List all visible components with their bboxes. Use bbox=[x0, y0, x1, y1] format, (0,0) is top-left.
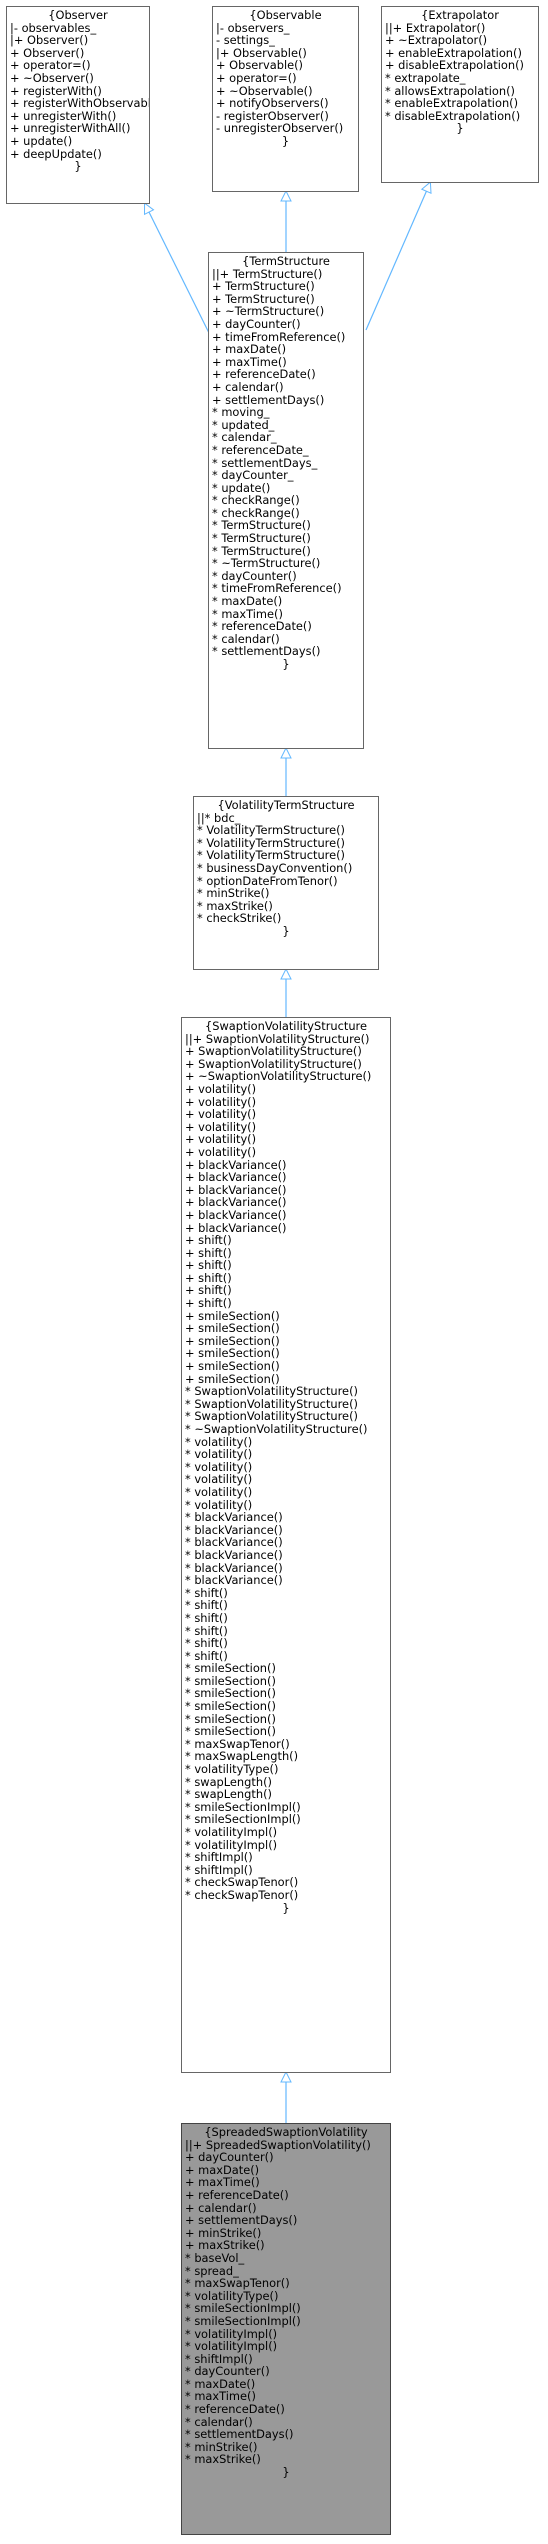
class-name: {Observer bbox=[48, 8, 108, 22]
class-close-brace: } bbox=[282, 923, 290, 938]
class-close-brace: } bbox=[281, 133, 290, 148]
member-line: * businessDayConvention() bbox=[197, 860, 353, 875]
member-line: + shift() bbox=[185, 1258, 232, 1273]
class-name: {SpreadedSwaptionVolatility bbox=[204, 2125, 368, 2139]
voltermstructure-class-node[interactable]: {VolatilityTermStructure ||* bdc_ * Volati… bbox=[193, 796, 379, 970]
member-line: * referenceDate() bbox=[212, 619, 312, 634]
member-line: * maxSwapTenor() bbox=[185, 2276, 290, 2291]
member-line: + notifyObservers() bbox=[216, 96, 329, 111]
termstructure-class-node[interactable]: {TermStructure ||+ TermStructure() + TermS… bbox=[208, 252, 364, 749]
member-line: + operator=() bbox=[216, 70, 297, 85]
member-line: + volatility() bbox=[185, 1144, 257, 1159]
member-line: * smileSection() bbox=[185, 1724, 276, 1739]
class-name: {Extrapolator bbox=[421, 8, 499, 22]
member-line: * volatility() bbox=[185, 1447, 253, 1462]
class-name: {VolatilityTermStructure bbox=[217, 798, 355, 812]
class-close-brace: } bbox=[456, 121, 464, 136]
member-line: + ~Extrapolator() bbox=[385, 33, 488, 48]
member-line: * TermStructure() bbox=[212, 531, 311, 546]
member-line: + calendar() bbox=[212, 379, 284, 394]
member-line: * minStrike() bbox=[197, 886, 270, 901]
member-line: + ~Observer() bbox=[10, 70, 94, 85]
member-line: + volatility() bbox=[185, 1107, 257, 1122]
member-line: + settlementDays() bbox=[185, 2213, 298, 2228]
member-line: * VolatilityTermStructure() bbox=[197, 823, 345, 838]
member-line: * ~TermStructure() bbox=[212, 556, 321, 571]
class-name: {TermStructure bbox=[242, 254, 330, 268]
class-close-brace: } bbox=[282, 2465, 290, 2480]
member-line: * referenceDate() bbox=[185, 2402, 285, 2417]
member-line: * shift() bbox=[185, 1636, 228, 1651]
class-close-brace: } bbox=[282, 657, 290, 671]
member-line: * ~SwaptionVolatilityStructure() bbox=[185, 1422, 368, 1436]
member-line: * volatilityType() bbox=[185, 1762, 279, 1777]
member-line: * smileSection() bbox=[185, 1699, 276, 1714]
observable-class-node[interactable]: {Observable |- observers_ - settings_ |+ Ob… bbox=[212, 6, 359, 192]
member-line: * SwaptionVolatilityStructure() bbox=[185, 1384, 358, 1399]
member-line: * extrapolate_ bbox=[385, 70, 466, 85]
member-line: * dayCounter_ bbox=[212, 468, 294, 483]
member-line: + update() bbox=[10, 133, 73, 148]
member-line: + shift() bbox=[185, 1296, 232, 1311]
member-line: * moving_ bbox=[212, 405, 270, 420]
member-line: * blackVariance() bbox=[185, 1573, 283, 1588]
member-line: + referenceDate() bbox=[185, 2187, 289, 2202]
member-line: + blackVariance() bbox=[185, 1170, 287, 1185]
member-line: |+ Observer() bbox=[10, 33, 89, 48]
member-line: * swapLength() bbox=[185, 1787, 272, 1802]
member-line: + TermStructure() bbox=[212, 279, 315, 294]
member-line: * enableExtrapolation() bbox=[385, 96, 519, 111]
member-line: * blackVariance() bbox=[185, 1547, 283, 1562]
member-line: * volatilityImpl() bbox=[185, 1825, 278, 1839]
member-line: + dayCounter() bbox=[185, 2150, 274, 2165]
member-line: * blackVariance() bbox=[185, 1510, 283, 1525]
member-line: - settings_ bbox=[216, 33, 275, 48]
class-close-brace: } bbox=[74, 159, 82, 174]
member-line: * checkRange() bbox=[212, 493, 300, 508]
member-line: * shift() bbox=[185, 1610, 228, 1625]
class-name: {SwaptionVolatilityStructure bbox=[205, 1019, 367, 1033]
member-line: + smileSection() bbox=[185, 1321, 280, 1336]
extrapolator-class-node[interactable]: {Extrapolator ||+ Extrapolator() + ~Extrap… bbox=[381, 6, 539, 183]
member-line: * referenceDate_ bbox=[212, 442, 309, 457]
member-line: + volatility() bbox=[185, 1081, 257, 1096]
swaptionvol-class-node[interactable]: {SwaptionVolatilityStructure ||+ Swaption… bbox=[181, 1017, 391, 2073]
class-name: {Observable bbox=[249, 8, 322, 22]
member-line: + smileSection() bbox=[185, 1359, 280, 1374]
member-line: * dayCounter() bbox=[185, 2364, 270, 2379]
member-line: * volatilityImpl() bbox=[185, 2339, 278, 2354]
member-line: * checkSwapTenor() bbox=[185, 1887, 299, 1902]
spreaded-class-node[interactable]: {SpreadedSwaptionVolatility ||+ SpreadedS… bbox=[181, 2123, 391, 2535]
member-line: + dayCounter() bbox=[212, 316, 301, 331]
member-line: * smileSection() bbox=[185, 1661, 276, 1676]
edge-termstructure-extrapolator bbox=[365, 183, 430, 331]
member-line: * shiftImpl() bbox=[185, 1850, 253, 1865]
observer-class-node[interactable]: {Observer |- observables_ |+ Observer() + O… bbox=[6, 6, 150, 204]
member-line: * volatility() bbox=[185, 1484, 253, 1499]
member-line: * smileSectionImpl() bbox=[185, 2313, 301, 2328]
member-line: + maxDate() bbox=[212, 342, 287, 357]
edge-termstructure-observer bbox=[145, 204, 213, 340]
member-line: + blackVariance() bbox=[185, 1207, 287, 1222]
member-line: + shift() bbox=[185, 1233, 232, 1248]
member-line: * baseVol_ bbox=[185, 2250, 245, 2265]
class-close-brace: } bbox=[282, 1900, 290, 1915]
member-line: * maxDate() bbox=[212, 594, 283, 609]
member-line: + SwaptionVolatilityStructure() bbox=[185, 1044, 362, 1059]
member-line: * settlementDays() bbox=[185, 2427, 294, 2442]
member-line: + registerWithObservables() bbox=[10, 96, 150, 111]
